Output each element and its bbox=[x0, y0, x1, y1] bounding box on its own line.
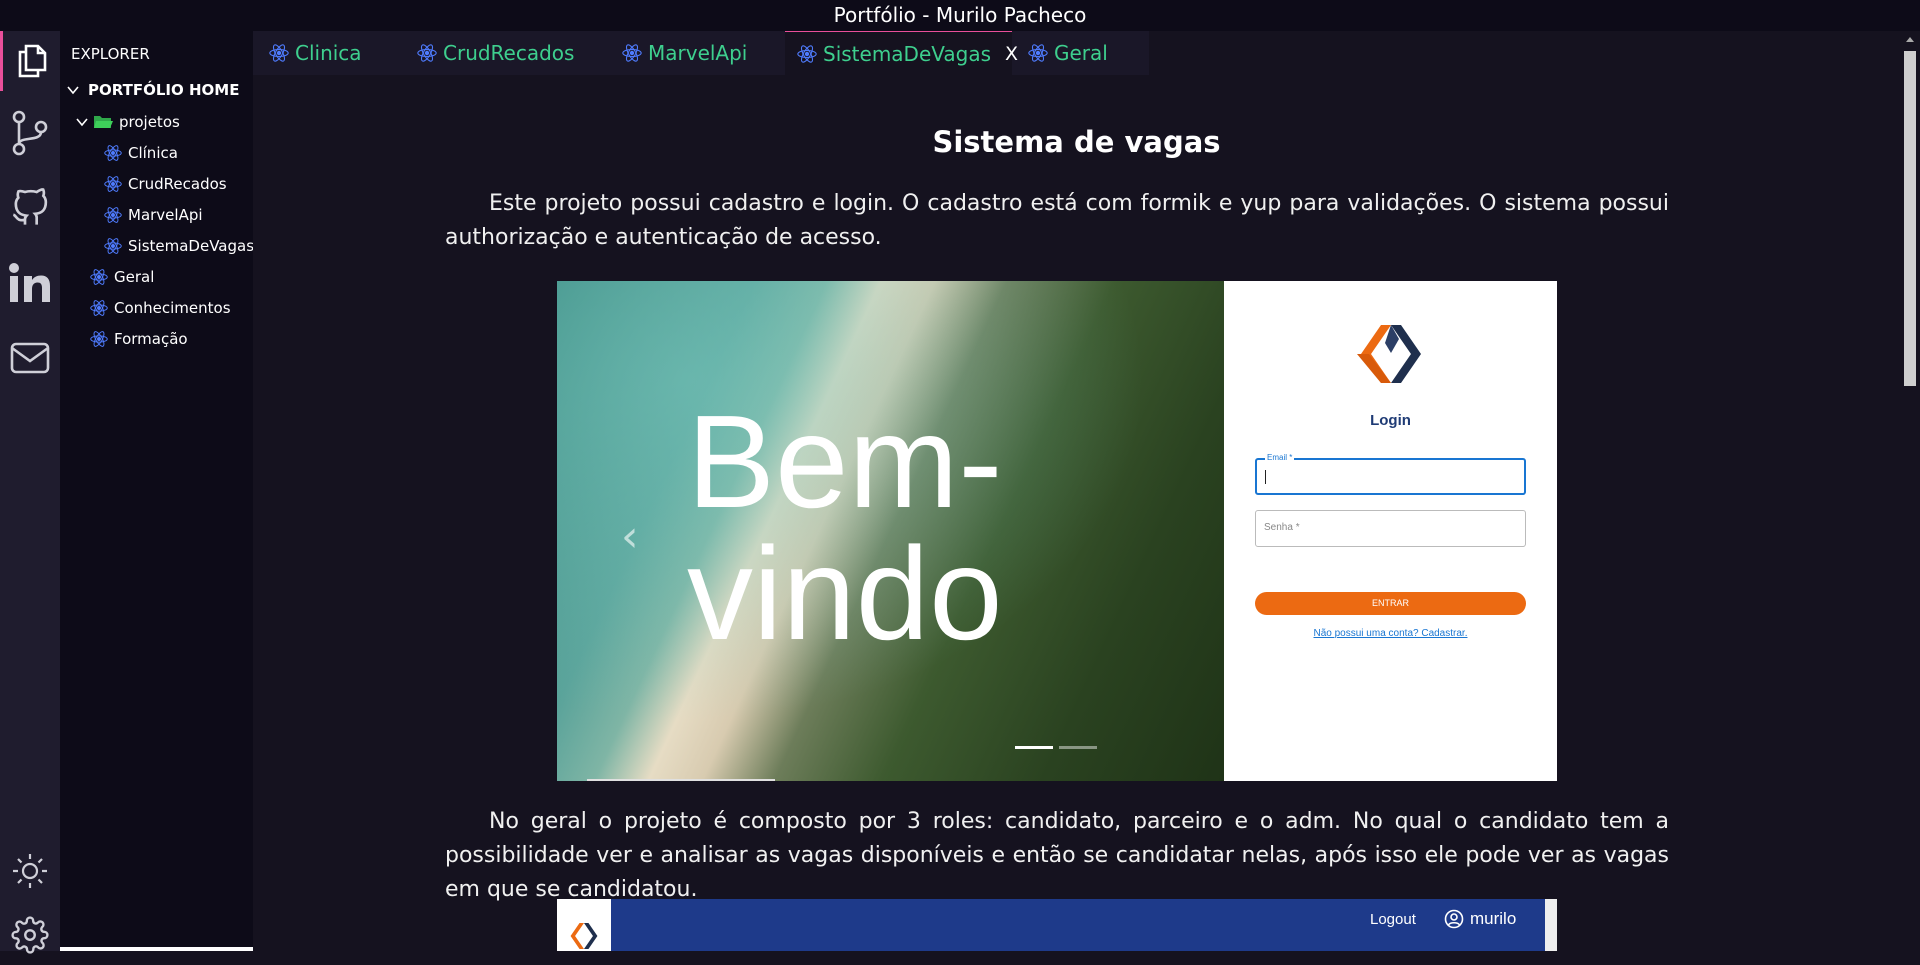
logo-icon bbox=[570, 923, 598, 949]
folder-open-icon bbox=[94, 116, 113, 128]
gear-icon bbox=[11, 916, 49, 954]
tree-item-conhecimentos[interactable]: Conhecimentos bbox=[90, 297, 231, 319]
password-field[interactable]: Senha * bbox=[1255, 510, 1526, 547]
project-screenshot-dashboard: Logout murilo bbox=[557, 899, 1557, 951]
react-icon bbox=[90, 300, 108, 316]
vertical-scrollbar[interactable] bbox=[1900, 31, 1920, 951]
tree-item-sistemadevagas[interactable]: SistemaDeVagas bbox=[104, 235, 254, 257]
tree-folder-projetos[interactable]: projetos bbox=[75, 111, 180, 133]
react-icon bbox=[104, 176, 122, 192]
scroll-up-icon[interactable] bbox=[1906, 37, 1914, 42]
react-icon bbox=[269, 44, 289, 62]
signup-link[interactable]: Não possui uma conta? Cadastrar. bbox=[1224, 628, 1557, 639]
email-label: Email * bbox=[1265, 453, 1295, 462]
user-icon bbox=[1444, 909, 1464, 929]
tab-geral[interactable]: Geral bbox=[1028, 31, 1138, 75]
source-control-button[interactable] bbox=[0, 103, 60, 163]
entrar-button[interactable]: ENTRAR bbox=[1255, 592, 1526, 615]
mail-icon bbox=[10, 342, 50, 374]
react-icon bbox=[104, 238, 122, 254]
tab-label: SistemaDeVagas bbox=[823, 41, 992, 66]
source-control-icon bbox=[12, 110, 48, 156]
theme-toggle-button[interactable] bbox=[0, 841, 60, 901]
chevron-down-icon bbox=[76, 118, 88, 127]
tab-sistemadevagas[interactable]: SistemaDeVagas X bbox=[785, 31, 1018, 75]
inner-scrollbar bbox=[1545, 899, 1557, 951]
carousel-prev-icon[interactable]: ‹ bbox=[621, 511, 639, 562]
settings-button[interactable] bbox=[0, 905, 60, 965]
tab-clinica[interactable]: Clinica bbox=[269, 31, 419, 75]
tab-label: CrudRecados bbox=[443, 41, 575, 65]
login-title: Login bbox=[1370, 412, 1411, 429]
page-title: Sistema de vagas bbox=[932, 125, 1221, 159]
email-field[interactable]: Email * bbox=[1255, 453, 1526, 495]
tree-root-label: PORTFÓLIO HOME bbox=[88, 81, 240, 99]
explorer-title: EXPLORER bbox=[71, 45, 150, 63]
user-name: murilo bbox=[1470, 909, 1517, 928]
tree-item-geral[interactable]: Geral bbox=[90, 266, 154, 288]
tree-item-crudrecados[interactable]: CrudRecados bbox=[104, 173, 227, 195]
react-icon bbox=[90, 269, 108, 285]
files-icon bbox=[18, 44, 46, 78]
linkedin-button[interactable] bbox=[0, 253, 60, 313]
linkedin-icon bbox=[9, 263, 50, 302]
react-icon bbox=[1028, 44, 1048, 62]
scrollbar-thumb[interactable] bbox=[1904, 51, 1916, 386]
password-label: Senha * bbox=[1264, 522, 1300, 533]
activity-bar bbox=[0, 31, 60, 954]
tab-label: Clinica bbox=[295, 41, 362, 65]
user-menu[interactable]: murilo bbox=[1444, 909, 1516, 929]
logo-icon bbox=[1357, 325, 1421, 383]
login-panel: Login Email * Senha * ENTRAR Não possui … bbox=[1224, 281, 1557, 781]
tab-label: MarvelApi bbox=[648, 41, 748, 65]
github-icon bbox=[12, 188, 48, 225]
tree-item-label: Geral bbox=[114, 268, 155, 286]
chevron-down-icon bbox=[67, 86, 79, 95]
react-icon bbox=[104, 207, 122, 223]
react-icon bbox=[622, 44, 642, 62]
logo-container bbox=[557, 899, 611, 951]
tab-crudrecados[interactable]: CrudRecados bbox=[417, 31, 607, 75]
paragraph-roles: No geral o projeto é composto por 3 role… bbox=[445, 809, 1669, 902]
explorer-sidebar: EXPLORER PORTFÓLIO HOME projetos Clínica… bbox=[60, 31, 254, 951]
project-screenshot-login: Bem- vindo ‹ Login Email * Senha * ENTRA… bbox=[557, 281, 1557, 781]
tree-item-label: Formação bbox=[114, 330, 188, 348]
hero-text-line2: vindo bbox=[687, 520, 1003, 667]
mail-button[interactable] bbox=[0, 328, 60, 388]
react-icon bbox=[797, 44, 817, 63]
hero-text-line1: Bem- bbox=[687, 388, 1003, 535]
tree-item-label: CrudRecados bbox=[128, 175, 227, 193]
tree-root[interactable]: PORTFÓLIO HOME bbox=[66, 79, 239, 101]
editor-content: Sistema de vagas Este projeto possui cad… bbox=[253, 75, 1900, 951]
window-title: Portfólio - Murilo Pacheco bbox=[0, 0, 1920, 31]
react-icon bbox=[417, 44, 437, 62]
tree-item-formacao[interactable]: Formação bbox=[90, 328, 188, 350]
react-icon bbox=[104, 145, 122, 161]
tree-item-label: Clínica bbox=[128, 144, 178, 162]
tab-label: Geral bbox=[1054, 41, 1108, 65]
tree-item-label: Conhecimentos bbox=[114, 299, 231, 317]
divider bbox=[587, 779, 775, 781]
tree-item-clinica[interactable]: Clínica bbox=[104, 142, 178, 164]
explorer-button[interactable] bbox=[0, 31, 60, 91]
carousel-indicator[interactable] bbox=[1015, 746, 1053, 749]
tree-item-label: MarvelApi bbox=[128, 206, 203, 224]
tab-close-button[interactable]: X bbox=[1005, 43, 1018, 65]
hero-text: Bem- vindo bbox=[687, 396, 1003, 660]
editor-tabs: Clinica CrudRecados MarvelApi SistemaDeV… bbox=[253, 31, 1149, 75]
logout-button[interactable]: Logout bbox=[1370, 911, 1416, 928]
carousel-indicator[interactable] bbox=[1059, 746, 1097, 749]
react-icon bbox=[90, 331, 108, 347]
sun-icon bbox=[13, 854, 47, 888]
text-caret bbox=[1265, 470, 1266, 484]
github-button[interactable] bbox=[0, 178, 60, 238]
tab-marvelapi[interactable]: MarvelApi bbox=[622, 31, 772, 75]
tree-item-marvelapi[interactable]: MarvelApi bbox=[104, 204, 203, 226]
tree-folder-label: projetos bbox=[119, 113, 180, 131]
paragraph-intro: Este projeto possui cadastro e login. O … bbox=[445, 191, 1669, 250]
tree-item-label: SistemaDeVagas bbox=[128, 237, 255, 255]
